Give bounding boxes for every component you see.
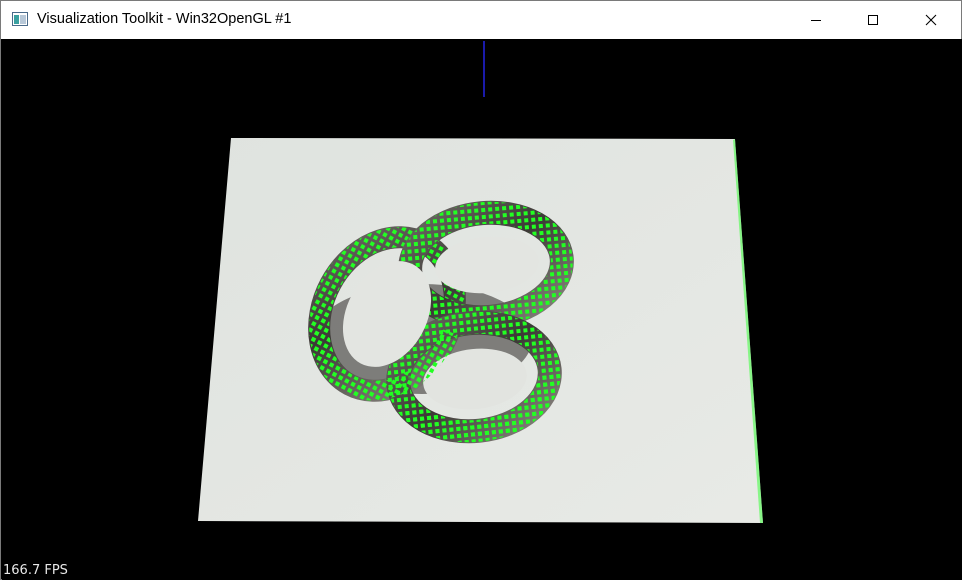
close-icon [925,14,937,26]
vtk-window-icon [12,12,28,26]
title-bar[interactable]: Visualization Toolkit - Win32OpenGL #1 [1,1,961,39]
maximize-icon [867,14,879,26]
close-button[interactable] [902,1,960,39]
minimize-icon [810,14,822,26]
3d-scene[interactable] [2,39,962,580]
window-title: Visualization Toolkit - Win32OpenGL #1 [37,11,292,27]
fps-counter: 166.7 FPS [3,563,68,578]
minimize-button[interactable] [787,1,845,39]
render-viewport[interactable]: 166.7 FPS [2,39,962,580]
vtk-window: Visualization Toolkit - Win32OpenGL #1 1… [0,0,962,580]
maximize-button[interactable] [844,1,902,39]
